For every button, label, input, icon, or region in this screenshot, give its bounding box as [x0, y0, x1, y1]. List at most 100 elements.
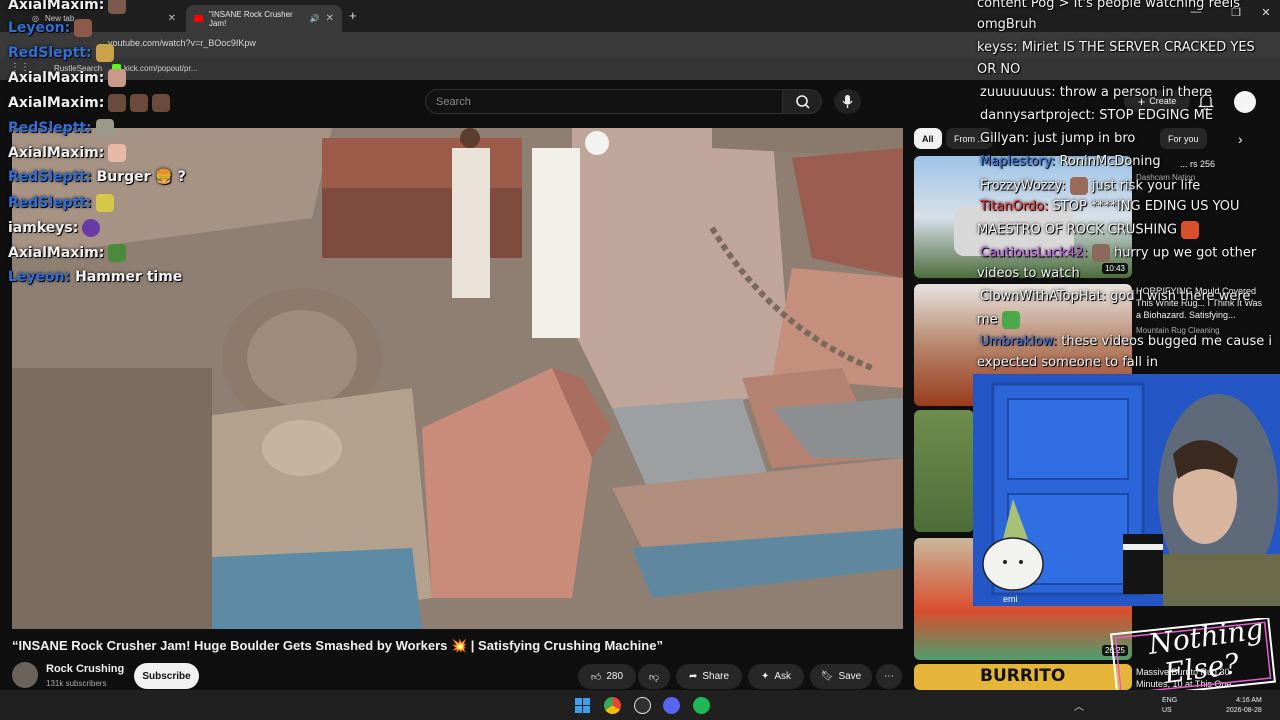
chat-message: videos to watch — [977, 266, 1080, 281]
thumbs-up-icon: 👍︎ — [590, 671, 602, 683]
chat-message: expected someone to fall in — [977, 355, 1158, 370]
tray-chevron-icon[interactable]: ︿ — [1074, 698, 1084, 713]
close-icon[interactable]: ✕ — [168, 13, 176, 24]
emote-icon — [1001, 311, 1020, 329]
webcam-label: emi — [1003, 594, 1018, 604]
video-player[interactable] — [12, 128, 903, 629]
spotify-icon[interactable] — [693, 697, 710, 714]
chat-message: iamkeys: — [8, 219, 101, 237]
emote-icon — [1181, 221, 1200, 239]
chat-message: keyss: Miriet IS THE SERVER CRACKED YES — [977, 40, 1255, 55]
discord-icon[interactable] — [663, 697, 680, 714]
new-tab-button[interactable]: + — [349, 8, 357, 23]
ask-button[interactable]: ✦ Ask — [748, 664, 804, 689]
account-avatar[interactable] — [1234, 91, 1256, 113]
chevron-right-icon[interactable]: › — [1238, 131, 1243, 147]
emote-icon — [108, 244, 127, 262]
clock-time: 4:16 AM — [1236, 697, 1262, 704]
emote-icon — [1091, 244, 1110, 262]
chip-all[interactable]: All — [914, 128, 942, 149]
save-label: Save — [838, 671, 862, 682]
chat-message: ClownWithATopHat: god I wish there were — [980, 289, 1251, 304]
dislike-button[interactable]: 👎︎ — [638, 664, 670, 689]
tab-label: "INSANE Rock Crusher Jam! — [208, 9, 293, 28]
emote-icon — [1069, 177, 1088, 195]
like-button[interactable]: 👍︎ 280 — [578, 664, 636, 689]
chat-message: dannysartproject: STOP EDGING ME — [980, 108, 1214, 123]
chat-message: RedSleptt: Burger 🍔 ? — [8, 169, 186, 185]
obs-icon[interactable] — [634, 697, 651, 714]
chat-message: zuuuuuuus: throw a person in there — [980, 85, 1213, 100]
window-close-button[interactable]: ✕ — [1246, 6, 1280, 19]
recommended-title[interactable]: ... rs 256 — [1180, 158, 1280, 170]
chat-message: OR NO — [977, 62, 1021, 77]
more-actions-button[interactable]: ⋯ — [876, 664, 902, 689]
chat-message: MAESTRO OF ROCK CRUSHING — [977, 221, 1200, 239]
share-button[interactable]: ➦ Share — [676, 664, 742, 689]
emote-icon — [108, 69, 127, 87]
recommended-thumbnail[interactable]: BURRITO — [914, 664, 1132, 690]
more-icon: ⋯ — [884, 671, 894, 682]
chat-message: AxialMaxim: — [8, 244, 127, 262]
tab-video[interactable]: "INSANE Rock Crusher Jam! 🔊 ✕ — [186, 5, 342, 32]
language-indicator[interactable]: ENG US — [1162, 696, 1177, 716]
system-clock[interactable]: 4:16 AM 2026-08-28 — [1226, 696, 1262, 716]
chat-message: Leyeon: — [8, 19, 93, 37]
chat-message: AxialMaxim: — [8, 94, 171, 112]
bookmarks-bar: ⋮⋮ RustleSearch kick.com/popout/pr... — [0, 58, 1280, 80]
bookmark-icon: 🔖︎ — [820, 671, 834, 682]
speaker-icon[interactable]: 🔊 — [310, 14, 320, 23]
sparkle-icon: ✦ — [760, 671, 770, 682]
webcam-overlay: emi — [973, 374, 1280, 606]
video-frame — [12, 128, 903, 629]
windows-start-icon[interactable] — [574, 697, 591, 714]
url-field[interactable]: youtube.com/watch?v=r_BOoc9IKpw — [108, 38, 256, 48]
channel-name[interactable]: Rock Crushing — [46, 663, 124, 675]
search-input[interactable]: Search — [425, 89, 783, 114]
chrome-icon[interactable] — [604, 697, 621, 714]
chat-message: RedSleptt: — [8, 194, 114, 212]
clock-date: 2026-08-28 — [1226, 707, 1262, 714]
chat-message: RedSleptt: — [8, 44, 114, 62]
emote-icon — [95, 119, 114, 137]
share-label: Share — [702, 671, 730, 682]
chat-message: TitanOrdo: STOP ****ING EDING US YOU — [980, 199, 1240, 214]
like-count: 280 — [606, 671, 624, 682]
ask-label: Ask — [774, 671, 792, 682]
chat-message: AxialMaxim: — [8, 69, 127, 87]
video-title: “INSANE Rock Crusher Jam! Huge Boulder G… — [12, 638, 663, 653]
voice-search-button[interactable] — [834, 89, 861, 114]
share-icon: ➦ — [688, 671, 698, 682]
emote-icon — [152, 94, 171, 112]
emote-icon — [82, 219, 101, 237]
emote-icon — [74, 19, 93, 37]
stream-logo: Nothing Else? — [1108, 612, 1278, 700]
chat-message: Gillyan: just jump in bro — [980, 131, 1136, 146]
emote-icon — [130, 94, 149, 112]
microphone-icon — [842, 95, 853, 108]
video-duration: 10:43 — [1101, 263, 1128, 274]
emote-icon — [95, 194, 114, 212]
subscribe-button[interactable]: Subscribe — [134, 663, 199, 689]
emote-icon — [108, 94, 127, 112]
subscriber-count: 131k subscribers — [46, 679, 107, 688]
chat-message: RedSleptt: — [8, 119, 114, 137]
search-button[interactable] — [782, 89, 822, 114]
chat-message: me — [977, 311, 1020, 329]
search-placeholder: Search — [436, 96, 471, 108]
chip-for-you[interactable]: For you — [1160, 128, 1207, 149]
chat-message: CautiousLuck42: hurry up we got other — [980, 244, 1257, 262]
bookmark-item[interactable]: kick.com/popout/pr... — [124, 64, 197, 73]
chat-message: content Pog > It's people watching reels — [977, 0, 1241, 11]
chat-message: Umbraklow: these videos bugged me cause … — [980, 334, 1272, 349]
channel-avatar[interactable] — [12, 662, 38, 688]
chat-message: Leyeon: Hammer time — [8, 269, 183, 285]
recommended-thumbnail[interactable] — [914, 410, 974, 532]
close-icon[interactable]: ✕ — [326, 13, 334, 24]
thumbs-down-icon: 👎︎ — [648, 671, 660, 683]
emote-icon — [108, 0, 127, 14]
chat-message: AxialMaxim: — [8, 144, 127, 162]
emote-icon — [95, 44, 114, 62]
chat-message: FrozzyWozzy: just risk your life — [980, 177, 1201, 195]
save-button[interactable]: 🔖︎ Save — [810, 664, 872, 689]
